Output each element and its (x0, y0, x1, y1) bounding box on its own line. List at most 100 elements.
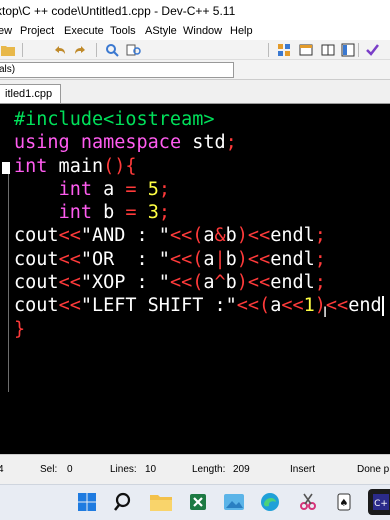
open-folder-icon[interactable] (0, 42, 16, 58)
window-icon[interactable] (298, 42, 314, 58)
text-caret (381, 296, 384, 317)
status-lines-label: Lines: (110, 464, 137, 475)
code-token: a (270, 295, 282, 317)
code-token: int (14, 155, 48, 177)
code-token: <<( (169, 248, 204, 270)
status-lines-value: 10 (145, 464, 157, 475)
toolbar-separator (268, 43, 269, 57)
code-token: << (281, 295, 304, 317)
search-icon[interactable] (111, 489, 137, 515)
code-token: namespace (80, 132, 182, 154)
toolbar-separator (22, 43, 23, 57)
code-token: )<< (314, 295, 349, 317)
check-icon[interactable] (364, 42, 380, 58)
function-combo-bar: als) (0, 60, 390, 80)
snipping-tool-icon[interactable] (295, 489, 321, 515)
code-line[interactable]: cout<<"XOP : "<<(a^b)<<endl; (14, 271, 384, 294)
code-token: main (47, 155, 104, 177)
status-sel-value: 0 (67, 464, 73, 475)
code-line[interactable]: cout<<"LEFT SHIFT :"<<(a<<1)<<end (14, 294, 384, 317)
code-token: 5 (147, 178, 159, 200)
code-token: endl (270, 225, 315, 247)
menu-project[interactable]: Project (20, 22, 54, 40)
code-token: 1 (303, 295, 315, 317)
code-line[interactable]: using namespace std; (14, 131, 384, 154)
code-line[interactable]: #include<iostream> (14, 108, 384, 131)
code-token: << (58, 295, 81, 317)
menu-help[interactable]: Help (230, 22, 253, 40)
code-token: #include<iostream> (14, 109, 215, 130)
code-token: <<( (169, 225, 204, 247)
solitaire-icon[interactable]: ♠ (332, 489, 358, 515)
tab-untitled1[interactable]: itled1.cpp (0, 84, 62, 103)
excel-icon[interactable] (185, 489, 211, 515)
code-line[interactable]: int b = 3; (14, 201, 384, 224)
fold-marker[interactable] (2, 162, 10, 174)
devcpp-icon[interactable]: C+ (368, 489, 390, 515)
menu-view[interactable]: ew (0, 22, 12, 40)
code-token: << (58, 272, 81, 294)
taskbar: ♠ C+ (0, 484, 390, 520)
fold-guide (8, 162, 9, 392)
menu-bar: ew Project Execute Tools AStyle Window H… (0, 22, 390, 40)
menu-tools[interactable]: Tools (110, 22, 136, 40)
code-token: a (203, 272, 215, 294)
window-title: ktop\C ++ code\Untitled1.cpp - Dev-C++ 5… (0, 4, 236, 18)
status-line-col: 4 (0, 455, 4, 484)
status-length-value: 209 (233, 464, 250, 475)
code-line[interactable]: } (14, 318, 384, 341)
undo-icon[interactable] (52, 42, 68, 58)
code-token: a (203, 248, 215, 270)
function-combo[interactable]: als) (0, 62, 234, 78)
menu-execute[interactable]: Execute (64, 22, 104, 40)
columns-icon[interactable] (320, 42, 336, 58)
code-token: cout (14, 272, 59, 294)
toolbar-separator (358, 43, 359, 57)
code-token: int (58, 178, 92, 200)
file-explorer-icon[interactable] (148, 489, 174, 515)
code-token: <<( (236, 295, 271, 317)
svg-text:C+: C+ (374, 499, 388, 509)
grid-icon[interactable] (276, 42, 292, 58)
code-line[interactable]: cout<<"OR : "<<(a|b)<<endl; (14, 248, 384, 271)
code-token: ^ (214, 272, 226, 294)
code-token: "XOP : " (80, 272, 170, 294)
find-icon[interactable] (104, 42, 120, 58)
code-token: cout (14, 295, 59, 317)
menu-astyle[interactable]: AStyle (145, 22, 177, 40)
code-token: int (58, 202, 92, 224)
code-line[interactable]: int main(){ (14, 155, 384, 178)
toolbar-separator (96, 43, 97, 57)
panels-icon[interactable] (340, 42, 356, 58)
code-token: a (203, 225, 215, 247)
photos-icon[interactable] (221, 489, 247, 515)
code-token: b (225, 248, 237, 270)
code-line[interactable]: cout<<"AND : "<<(a&b)<<endl; (14, 224, 384, 247)
code-token: cout (14, 248, 59, 270)
edge-icon[interactable] (257, 489, 283, 515)
code-token: end (348, 295, 382, 317)
code-token: ; (314, 225, 326, 247)
code-token: (){ (103, 155, 137, 177)
code-token: } (14, 318, 26, 340)
svg-text:♠: ♠ (340, 498, 349, 509)
code-token: endl (270, 272, 315, 294)
code-token: "AND : " (80, 225, 170, 247)
replace-icon[interactable] (126, 42, 142, 58)
code-token: ; (314, 272, 326, 294)
code-token: = (125, 202, 137, 224)
code-line[interactable]: int a = 5; (14, 178, 384, 201)
code-editor[interactable]: #include<iostream> using namespace std; in… (0, 104, 390, 454)
code-token: & (214, 225, 226, 247)
redo-icon[interactable] (72, 42, 88, 58)
windows-start-icon[interactable] (74, 489, 100, 515)
code-token: << (58, 225, 81, 247)
code-token: << (58, 248, 81, 270)
status-message: Done p (357, 464, 390, 475)
code-text[interactable]: #include<iostream> using namespace std; in… (14, 108, 384, 341)
code-token: 3 (147, 202, 159, 224)
menu-window[interactable]: Window (183, 22, 222, 40)
